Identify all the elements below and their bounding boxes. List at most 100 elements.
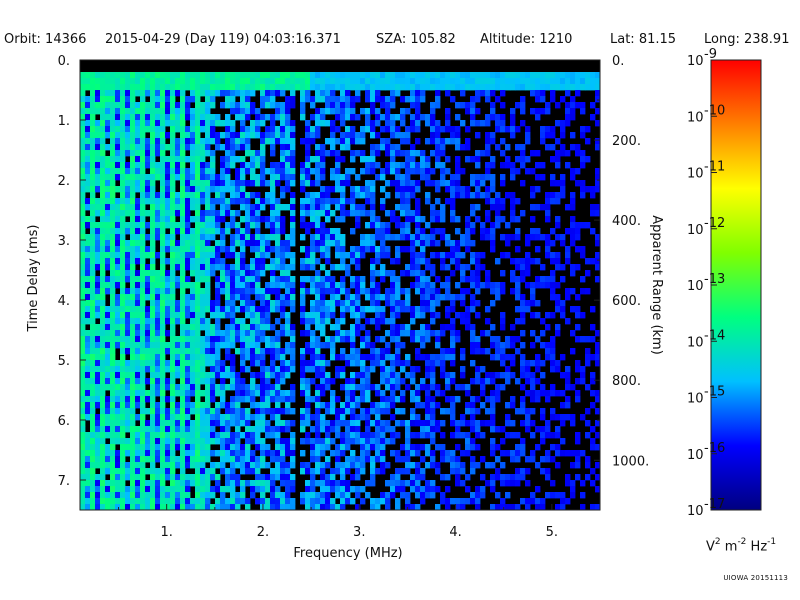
heatmap-cell-1805 [220,216,226,223]
heatmap-cell-4276 [545,420,551,427]
heatmap-cell-2107 [365,240,371,247]
heatmap-cell-3574 [160,366,166,373]
heatmap-cell-4136 [110,414,116,421]
heatmap-cell-3786 [155,384,161,391]
heatmap-cell-328 [165,90,171,97]
heatmap-cell-490 [290,102,296,109]
heatmap-cell-1770 [435,210,441,217]
heatmap-cell-4467 [290,438,296,445]
heatmap-cell-3997 [115,402,121,409]
heatmap-cell-2290 [170,258,176,265]
heatmap-cell-4382 [240,432,246,439]
heatmap-cell-2131 [85,246,91,253]
heatmap-cell-3770 [580,378,586,385]
heatmap-cell-1466 [280,186,286,193]
heatmap-cell-1074 [555,150,561,157]
heatmap-cell-371 [475,90,481,97]
heatmap-cell-4829 [330,468,336,475]
heatmap-cell-3022 [215,318,221,325]
heatmap-cell-3538 [400,360,406,367]
heatmap-cell-3188 [485,330,491,337]
heatmap-cell-1848 [80,222,86,229]
heatmap-cell-151 [315,78,321,85]
heatmap-cell-4645 [575,450,581,457]
heatmap-cell-1463 [235,186,241,193]
heatmap-cell-2024 [340,234,346,241]
heatmap-cell-4294 [150,426,156,433]
heatmap-cell-1571 [80,198,86,205]
heatmap-cell-2809 [265,300,271,307]
heatmap-cell-1936 [210,228,216,235]
heatmap-cell-833 [240,132,246,139]
heatmap-cell-3632 [100,372,106,379]
heatmap-cell-1331 [320,174,326,181]
heatmap-cell-2359 [170,264,176,271]
heatmap-cell-700 [315,120,321,127]
heatmap-cell-2918 [485,306,491,313]
heatmap-cell-3884 [285,390,291,397]
heatmap-cell-352 [305,90,311,97]
heatmap-cell-3207 [140,336,146,343]
heatmap-cell-2777 [80,300,86,307]
heatmap-cell-2488 [135,276,141,283]
heatmap-cell-2523 [340,276,346,283]
heatmap-cell-2807 [250,300,256,307]
heatmap-cell-2174 [325,246,331,253]
heatmap-cell-739 [125,126,131,133]
heatmap-cell-4796 [115,468,121,475]
heatmap-cell-2375 [250,264,256,271]
heatmap-cell-4118 [470,408,476,415]
heatmap-cell-4611 [315,450,321,457]
heatmap-cell-4865 [135,474,141,481]
heatmap-cell-1387 [230,180,236,187]
heatmap-cell-3179 [420,330,426,337]
heatmap-cell-668 [115,120,121,127]
heatmap-cell-4012 [200,402,206,409]
heatmap-cell-1740 [225,210,231,217]
heatmap-cell-233 [205,84,211,91]
heatmap-cell-3865 [180,390,186,397]
heatmap-cell-3250 [415,336,421,343]
heatmap-cell-2791 [160,300,166,307]
heatmap-cell-2442 [235,270,241,277]
heatmap-cell-2139 [125,246,131,253]
heatmap-cell-3812 [305,384,311,391]
heatmap-cell-705 [365,120,371,127]
heatmap-cell-3359 [190,348,196,355]
heatmap-cell-825 [195,132,201,139]
heatmap-cell-691 [240,120,246,127]
heatmap-cell-2609 [430,282,436,289]
heatmap-cell-4873 [180,474,186,481]
heatmap-cell-325 [150,90,156,97]
heatmap-cell-3296 [215,342,221,349]
heatmap-cell-3009 [140,318,146,325]
heatmap-cell-4305 [205,426,211,433]
heatmap-cell-4747 [245,462,251,469]
heatmap-cell-572 [405,108,411,115]
heatmap-cell-923 [380,138,386,145]
heatmap-cell-2744 [315,294,321,301]
heatmap-cell-1097 [180,156,186,163]
heatmap-cell-3278 [125,342,131,349]
heatmap-cell-465 [150,102,156,109]
heatmap-cell-4278 [570,420,576,427]
heatmap-cell-3778 [110,384,116,391]
heatmap-cell-1056 [385,150,391,157]
heatmap-cell-1767 [410,210,416,217]
heatmap-cell-4006 [170,402,176,409]
heatmap-cell-2071 [130,240,136,247]
heatmap-cell-2987 [465,312,471,319]
heatmap-cell-4502 [105,444,111,451]
heatmap-cell-867 [525,132,531,139]
heatmap-cell-1694 [405,204,411,211]
heatmap-cell-3377 [290,348,296,355]
heatmap-cell-2427 [145,270,151,277]
heatmap-cell-3371 [260,348,266,355]
heatmap-cell-4707 [480,456,486,463]
heatmap-cell-699 [305,120,311,127]
heatmap-cell-2453 [345,270,351,277]
heatmap-cell-1270 [405,168,411,175]
heatmap-cell-1474 [350,186,356,193]
heatmap-cell-4152 [200,414,206,421]
heatmap-cell-226 [170,84,176,91]
